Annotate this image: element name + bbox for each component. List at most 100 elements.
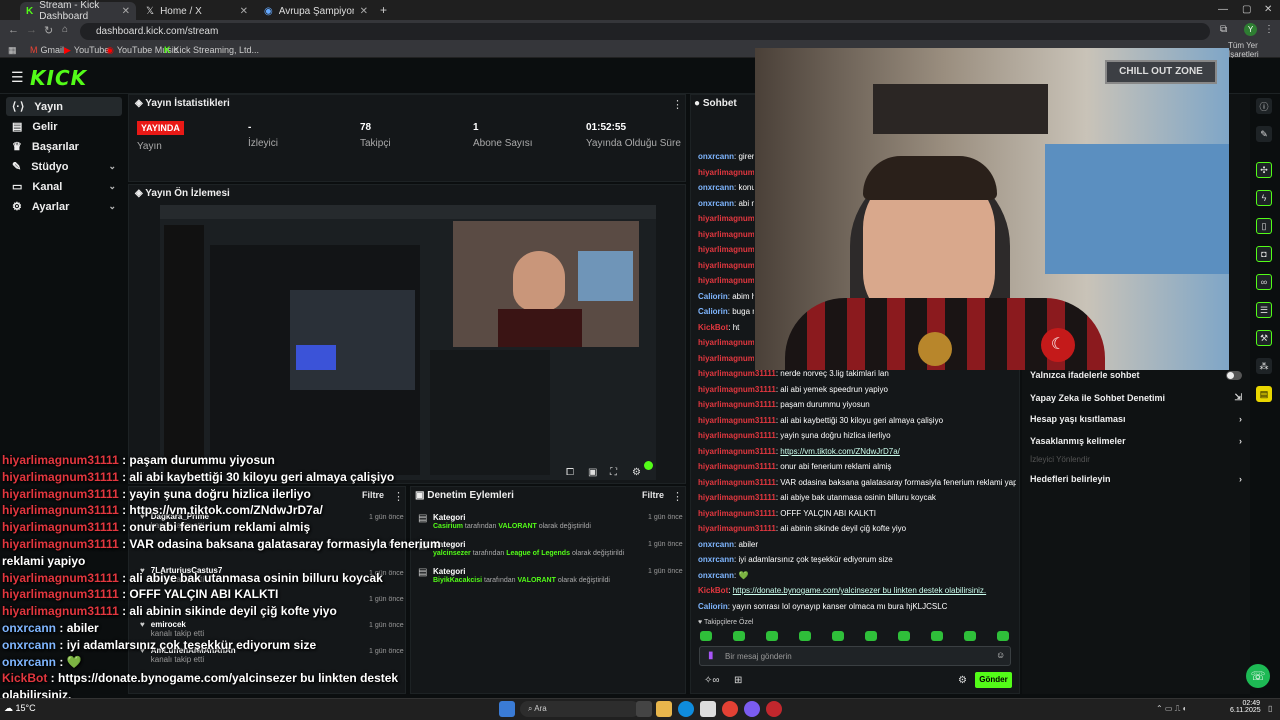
- home-icon[interactable]: ⌂: [62, 24, 68, 35]
- menu-dots-icon[interactable]: ⋮: [1264, 24, 1274, 35]
- sidebar-item-kanal[interactable]: ▭ Kanal ⌄: [6, 177, 122, 196]
- chat-username[interactable]: onxrcann: [698, 199, 734, 208]
- chat-username[interactable]: hiyarlimagnum31: [698, 245, 754, 254]
- hamburger-menu-icon[interactable]: ☰: [11, 69, 24, 86]
- users-icon[interactable]: ⁂: [1256, 358, 1272, 374]
- emote-only-toggle-row[interactable]: Yalnızca ifadelerle sohbet: [1030, 370, 1242, 380]
- activity-menu-icon[interactable]: ⋮: [393, 490, 404, 503]
- pip-icon[interactable]: ▣: [588, 467, 597, 478]
- store-icon[interactable]: [700, 701, 716, 717]
- chat-icon[interactable]: ◘: [1256, 246, 1272, 262]
- floating-action-button[interactable]: ☏: [1246, 664, 1270, 688]
- kick-logo[interactable]: KICK: [30, 66, 87, 90]
- info-icon[interactable]: ⓘ: [1256, 98, 1272, 114]
- tray-icons[interactable]: ⌃ ▭ ⎍ ◐: [1156, 704, 1187, 714]
- set-goals-row[interactable]: Hedefleri belirleyin ›: [1030, 474, 1242, 484]
- all-bookmarks[interactable]: Tüm Yer İşaretleri: [1228, 41, 1280, 59]
- chat-username[interactable]: hiyarlimagnum31111: [698, 478, 776, 487]
- sidebar-item-studyo[interactable]: ✎ Stüdyo ⌄: [6, 157, 122, 176]
- chat-username[interactable]: hiyarlimagnum31: [698, 214, 754, 223]
- chat-username[interactable]: hiyarlimagnum31111: [698, 509, 776, 518]
- emoji-icon[interactable]: ☺: [996, 650, 1005, 660]
- emote-icon[interactable]: [799, 631, 811, 641]
- notification-icon[interactable]: ▯: [1268, 704, 1272, 713]
- chat-username[interactable]: hiyarlimagnum31: [698, 168, 754, 177]
- bookmark-gmail[interactable]: M Gmail: [30, 43, 64, 57]
- close-icon[interactable]: ✕: [240, 6, 248, 17]
- wrench-icon[interactable]: ⚒: [1256, 330, 1272, 346]
- chat-username[interactable]: hiyarlimagnum31111: [698, 524, 776, 533]
- weather-widget[interactable]: ☁ 15°C: [4, 703, 36, 714]
- fullscreen-icon[interactable]: ⛶: [610, 467, 617, 478]
- close-window-button[interactable]: ✕: [1264, 4, 1272, 15]
- minimize-button[interactable]: —: [1218, 4, 1228, 15]
- chat-username[interactable]: hiyarlimagnum31111: [698, 462, 776, 471]
- send-button[interactable]: Gönder: [975, 672, 1012, 688]
- chat-username[interactable]: hiyarlimagnum31111: [698, 431, 776, 440]
- edge-icon[interactable]: [678, 701, 694, 717]
- close-icon[interactable]: ✕: [122, 6, 130, 17]
- emote-icon[interactable]: [865, 631, 877, 641]
- moderation-menu-icon[interactable]: ⋮: [672, 490, 683, 503]
- chat-username[interactable]: KickBot: [698, 323, 728, 332]
- emote-icon[interactable]: [898, 631, 910, 641]
- sidebar-item-yayin[interactable]: ⟨·⟩ Yayın: [6, 97, 122, 116]
- chat-username[interactable]: onxrcann: [698, 571, 734, 580]
- task-view-icon[interactable]: [636, 701, 652, 717]
- edit-icon[interactable]: ✎: [1256, 126, 1272, 142]
- account-age-row[interactable]: Hesap yaşı kısıtlaması ›: [1030, 414, 1242, 424]
- crosshair-icon[interactable]: ✣: [1256, 162, 1272, 178]
- chat-username[interactable]: hiyarlimagnum31111: [698, 447, 776, 456]
- banned-words-row[interactable]: Yasaklanmış kelimeler ›: [1030, 436, 1242, 446]
- ai-moderation-row[interactable]: Yapay Zeka ile Sohbet Denetimi ⇲: [1030, 392, 1242, 403]
- microphone-icon[interactable]: ▮: [708, 650, 714, 661]
- tab-x-home[interactable]: 𝕏 Home / X ✕: [140, 2, 254, 20]
- tab-kick-dashboard[interactable]: K Stream - Kick Dashboard ✕: [20, 0, 136, 22]
- toggle-switch[interactable]: [1226, 370, 1242, 380]
- mod-user[interactable]: yalcinsezer: [433, 550, 471, 557]
- highlight-icon[interactable]: ▤: [1256, 386, 1272, 402]
- follower-name[interactable]: emirocek: [151, 620, 204, 629]
- chat-tools-icon[interactable]: ✧∞: [704, 675, 720, 686]
- chat-username[interactable]: hiyarlimagnum31: [698, 261, 754, 270]
- chat-username[interactable]: hiyarlimagnum31111: [698, 493, 776, 502]
- bookmark-youtube[interactable]: ▶ YouTube: [64, 43, 109, 57]
- clock[interactable]: 02:49 6.11.2025: [1230, 700, 1261, 714]
- bookmark-kick[interactable]: K Kick Streaming, Ltd...: [164, 43, 259, 57]
- settings-gear-icon[interactable]: ⚙: [632, 467, 641, 478]
- moderation-filter-button[interactable]: Filtre: [642, 490, 664, 500]
- chat-username[interactable]: KickBot: [698, 586, 728, 595]
- chat-input[interactable]: ▮ Bir mesaj gönderin ☺: [699, 646, 1011, 666]
- mod-user[interactable]: Casirium: [433, 523, 463, 530]
- obs-icon[interactable]: [766, 701, 782, 717]
- forward-icon[interactable]: →: [26, 24, 37, 36]
- emote-icon[interactable]: [931, 631, 943, 641]
- close-icon[interactable]: ✕: [360, 6, 368, 17]
- chat-username[interactable]: onxrcann: [698, 152, 734, 161]
- new-tab-button[interactable]: +: [380, 3, 387, 17]
- chat-username[interactable]: onxrcann: [698, 183, 734, 192]
- emote-icon[interactable]: [832, 631, 844, 641]
- tab-champions-league[interactable]: ◉ Avrupa Şampiyonlar Ligi 2025/ ✕: [258, 2, 374, 20]
- bolt-icon[interactable]: ϟ: [1256, 190, 1272, 206]
- chat-settings-icon[interactable]: ⚙: [958, 675, 967, 686]
- theater-mode-icon[interactable]: ⧠: [566, 467, 574, 478]
- chat-username[interactable]: onxrcann: [698, 540, 734, 549]
- chat-username[interactable]: hiyarlimagnum31: [698, 338, 754, 347]
- address-bar[interactable]: dashboard.kick.com/stream: [80, 23, 1210, 40]
- mod-user[interactable]: BiyikKacakcisi: [433, 577, 482, 584]
- gift-icon[interactable]: ⊞: [734, 675, 742, 686]
- link-icon[interactable]: ∞: [1256, 274, 1272, 290]
- chat-username[interactable]: hiyarlimagnum31: [698, 354, 754, 363]
- chat-username[interactable]: hiyarlimagnum31111: [698, 369, 776, 378]
- taskbar-search[interactable]: ⌕ Ara: [520, 701, 640, 717]
- emote-icon[interactable]: [964, 631, 976, 641]
- chat-username[interactable]: onxrcann: [698, 555, 734, 564]
- chat-username[interactable]: hiyarlimagnum31: [698, 276, 754, 285]
- chat-username[interactable]: hiyarlimagnum31111: [698, 416, 776, 425]
- apps-icon[interactable]: ▦: [8, 43, 17, 57]
- reload-icon[interactable]: ↻: [44, 24, 53, 37]
- extensions-icon[interactable]: ⧉: [1220, 24, 1227, 35]
- file-explorer-icon[interactable]: [656, 701, 672, 717]
- activity-filter-button[interactable]: Filtre: [362, 490, 384, 500]
